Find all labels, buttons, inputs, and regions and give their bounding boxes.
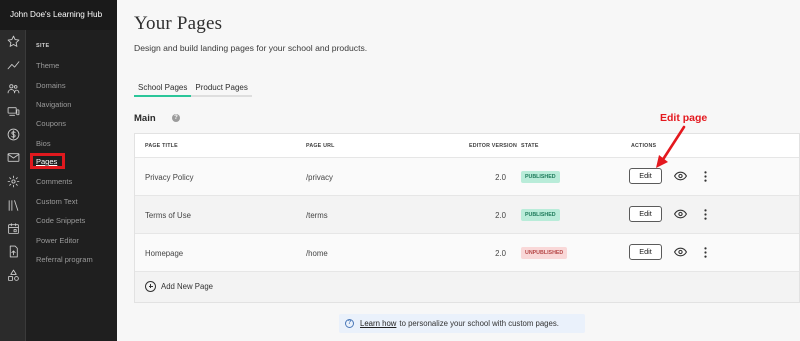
sidebar-section-label: SITE <box>36 43 50 49</box>
page-title: Your Pages <box>134 13 223 34</box>
status-badge: UNPUBLISHED <box>521 247 568 259</box>
shapes-icon[interactable] <box>6 268 20 282</box>
dollar-icon[interactable] <box>6 127 20 141</box>
sidebar-item-bios[interactable]: Bios <box>36 139 51 148</box>
section-title: Main <box>134 113 156 124</box>
header-state: STATE <box>521 143 539 149</box>
devices-icon[interactable] <box>6 104 20 118</box>
mail-icon[interactable] <box>6 150 20 164</box>
school-name[interactable]: John Doe's Learning Hub <box>0 0 117 30</box>
page-subtitle: Design and build landing pages for your … <box>134 43 368 53</box>
sidebar-item-theme[interactable]: Theme <box>36 61 59 70</box>
tab-product-pages[interactable]: Product Pages <box>191 83 251 97</box>
add-new-page-label: Add New Page <box>161 282 214 291</box>
sidebar-item-referral-program[interactable]: Referral program <box>36 255 93 264</box>
sidebar-nav: SITE Theme Domains Navigation Coupons Bi… <box>26 0 117 341</box>
edit-page-callout: Edit page <box>660 112 708 124</box>
more-options-icon[interactable] <box>700 207 710 221</box>
header-page-title: PAGE TITLE <box>145 143 178 149</box>
add-new-page-button[interactable]: Add New Page <box>135 272 799 302</box>
users-icon[interactable] <box>6 81 20 95</box>
callout-arrow <box>656 125 686 168</box>
eye-icon[interactable] <box>673 246 687 258</box>
eye-icon[interactable] <box>673 208 687 220</box>
status-badge: PUBLISHED <box>521 209 560 221</box>
library-icon[interactable] <box>6 198 20 212</box>
calendar-icon[interactable] <box>6 221 20 235</box>
gear-icon[interactable] <box>6 174 20 188</box>
row-page-url: /terms <box>306 211 328 220</box>
more-options-icon[interactable] <box>700 169 710 183</box>
learn-how-link[interactable]: Learn how <box>360 319 396 328</box>
sidebar-item-custom-text[interactable]: Custom Text <box>36 197 78 206</box>
status-badge: PUBLISHED <box>521 171 560 183</box>
header-editor-version: EDITOR VERSION <box>469 143 518 149</box>
sidebar-item-coupons[interactable]: Coupons <box>36 119 66 128</box>
more-options-icon[interactable] <box>700 245 710 259</box>
row-editor-version: 2.0 <box>495 249 506 258</box>
tab-school-pages[interactable]: School Pages <box>134 83 192 97</box>
row-page-url: /privacy <box>306 173 333 182</box>
sidebar-item-power-editor[interactable]: Power Editor <box>36 236 79 245</box>
row-editor-version: 2.0 <box>495 211 506 220</box>
table-row: Homepage /home 2.0 UNPUBLISHED Edit <box>135 234 799 272</box>
trend-icon[interactable] <box>6 58 20 72</box>
edit-button[interactable]: Edit <box>629 206 662 222</box>
row-page-url: /home <box>306 249 328 258</box>
row-editor-version: 2.0 <box>495 173 506 182</box>
help-icon: ? <box>345 319 354 328</box>
sidebar-item-comments[interactable]: Comments <box>36 177 72 186</box>
header-page-url: PAGE URL <box>306 143 335 149</box>
table-row: Privacy Policy /privacy 2.0 PUBLISHED Ed… <box>135 158 799 196</box>
row-page-title: Homepage <box>145 249 184 258</box>
page-tabs: School Pages Product Pages <box>134 83 252 97</box>
edit-button[interactable]: Edit <box>629 168 662 184</box>
table-header: PAGE TITLE PAGE URL EDITOR VERSION STATE… <box>135 134 799 158</box>
sidebar-item-code-snippets[interactable]: Code Snippets <box>36 216 85 225</box>
sidebar-item-navigation[interactable]: Navigation <box>36 100 71 109</box>
row-page-title: Privacy Policy <box>145 173 194 182</box>
learn-how-text: to personalize your school with custom p… <box>399 319 559 328</box>
table-row: Terms of Use /terms 2.0 PUBLISHED Edit <box>135 196 799 234</box>
eye-icon[interactable] <box>673 170 687 182</box>
add-circle-icon <box>145 281 156 292</box>
learn-how-banner: ? Learn how to personalize your school w… <box>339 314 585 333</box>
row-page-title: Terms of Use <box>145 211 191 220</box>
sidebar-item-domains[interactable]: Domains <box>36 81 66 90</box>
pages-highlight-box <box>30 153 65 169</box>
upload-icon[interactable] <box>6 244 20 258</box>
icon-rail <box>0 0 26 341</box>
info-icon[interactable]: ? <box>172 114 180 122</box>
main-content: Your Pages Design and build landing page… <box>117 0 800 341</box>
pages-table: PAGE TITLE PAGE URL EDITOR VERSION STATE… <box>134 133 800 303</box>
star-icon[interactable] <box>6 34 20 48</box>
edit-button[interactable]: Edit <box>629 244 662 260</box>
